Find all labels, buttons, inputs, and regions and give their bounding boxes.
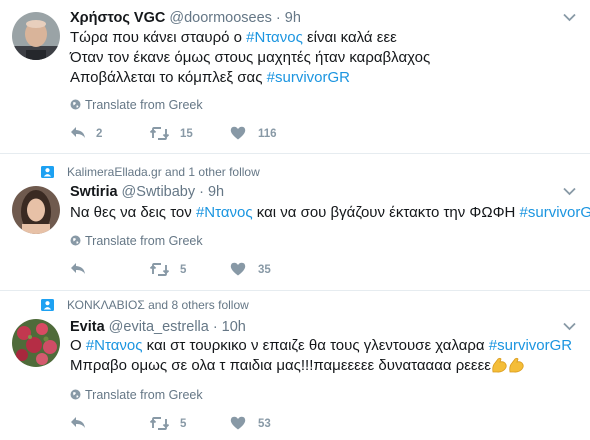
tweet-text-segment: Τώρα που κάνει σταυρό ο xyxy=(70,29,247,46)
display-name[interactable]: Evita xyxy=(70,319,105,335)
tweet-text-line: Μπραβο ομως σε ολα τ παιδια μας!!!παμεεε… xyxy=(70,356,575,376)
like-button[interactable]: 35 xyxy=(230,260,290,280)
retweet-count: 5 xyxy=(180,418,187,430)
chevron-down-icon[interactable] xyxy=(563,322,576,331)
hashtag-link[interactable]: #survivorGR xyxy=(267,69,350,86)
tweet-header: Χρήστος VGC @doormoosees · 9h xyxy=(70,8,301,28)
chevron-down-icon[interactable] xyxy=(563,13,576,22)
tweet-text-line: Τώρα που κάνει σταυρό ο #Ντανος είναι κα… xyxy=(70,28,575,48)
person-icon xyxy=(41,166,54,178)
tweet[interactable]: ΚΟΝΚΛΑΒΙΟΣ and 8 others follow Evita @evi… xyxy=(0,291,590,440)
like-count: 53 xyxy=(258,418,271,430)
hashtag-link[interactable]: #Ντανος xyxy=(246,29,303,46)
tweet-text-segment: είναι καλά εεε xyxy=(302,29,397,46)
like-button[interactable]: 53 xyxy=(230,414,290,434)
translate-label: Translate from Greek xyxy=(85,234,203,248)
tweet-text-line: Αποβάλλεται το κόμπλεξ σας #survivorGR xyxy=(70,68,575,88)
tweet-text-segment: και στ τουρκικο ν επαιζε θα τους γλεντου… xyxy=(142,337,489,354)
tweet-header: Swtiria @Swtibaby · 9h xyxy=(70,182,224,202)
reply-count: 2 xyxy=(96,128,103,140)
tweet-text: Ο #Ντανος και στ τουρκικο ν επαιζε θα το… xyxy=(70,336,575,376)
hashtag-link[interactable]: #Ντανος xyxy=(196,204,253,221)
hashtag-link[interactable]: #survivorGR xyxy=(520,204,590,221)
tweet-text-segment: Μπραβο ομως σε ολα τ παιδια μας!!!παμεεε… xyxy=(70,357,491,374)
chevron-down-icon[interactable] xyxy=(563,187,576,196)
reply-button[interactable]: 2 xyxy=(70,124,120,144)
avatar[interactable] xyxy=(12,12,60,60)
user-handle[interactable]: @evita_estrella xyxy=(109,319,209,335)
retweet-button[interactable]: 5 xyxy=(150,260,210,280)
retweet-icon xyxy=(150,127,169,140)
tweet-text-line: Να θες να δεις τον #Ντανος και να σου βγ… xyxy=(70,203,590,223)
reply-icon xyxy=(71,417,85,428)
separator-dot: · xyxy=(199,184,204,200)
separator-dot: · xyxy=(275,10,281,26)
tweet-text-line: Ο #Ντανος και στ τουρκικο ν επαιζε θα το… xyxy=(70,336,575,356)
reply-button[interactable] xyxy=(70,260,120,280)
avatar[interactable] xyxy=(12,186,60,234)
retweet-icon xyxy=(150,263,169,276)
retweet-button[interactable]: 5 xyxy=(150,414,210,434)
tweet-text-segment: Ο xyxy=(70,337,86,354)
tweet-text-segment: και να σου βγάζουν έκτακτο την ΦΩΦΗ xyxy=(252,204,520,221)
reply-icon xyxy=(71,263,85,274)
retweet-count: 15 xyxy=(180,128,193,140)
tweet-text-segment: Να θες να δεις τον xyxy=(70,204,196,221)
globe-icon xyxy=(70,389,81,400)
timestamp[interactable]: 10h xyxy=(222,319,246,335)
tweet-header: Evita @evita_estrella · 10h xyxy=(70,317,246,337)
social-context-text: KalimeraEllada.gr and 1 other follow xyxy=(67,165,260,179)
hashtag-link[interactable]: #survivorGR xyxy=(489,337,572,354)
retweet-count: 5 xyxy=(180,264,187,276)
reply-button[interactable] xyxy=(70,414,120,434)
like-button[interactable]: 116 xyxy=(230,124,290,144)
flexed-biceps-icon xyxy=(509,357,524,373)
tweet[interactable]: KalimeraEllada.gr and 1 other follow Swt… xyxy=(0,154,590,291)
display-name[interactable]: Χρήστος VGC xyxy=(70,10,165,26)
like-count: 116 xyxy=(258,128,277,140)
tweet-text: Τώρα που κάνει σταυρό ο #Ντανος είναι κα… xyxy=(70,28,575,88)
separator-dot: · xyxy=(212,319,218,335)
like-count: 35 xyxy=(258,264,271,276)
tweet[interactable]: Χρήστος VGC @doormoosees · 9h Τώρα που κάνε… xyxy=(0,0,590,154)
retweet-button[interactable]: 15 xyxy=(150,124,210,144)
globe-icon xyxy=(70,99,81,110)
timestamp[interactable]: 9h xyxy=(208,184,224,200)
heart-icon xyxy=(230,126,246,140)
user-handle[interactable]: @doormoosees xyxy=(169,10,272,26)
display-name[interactable]: Swtiria xyxy=(70,184,118,200)
reply-icon xyxy=(71,127,85,138)
tweet-text-segment: Αποβάλλεται το κόμπλεξ σας xyxy=(70,69,267,86)
tweet-text-segment: Όταν τον έκανε όμως στους μαχητές ήταν κ… xyxy=(70,49,431,66)
heart-icon xyxy=(230,416,246,430)
person-icon xyxy=(41,299,54,311)
globe-icon xyxy=(70,235,81,246)
flexed-biceps-icon xyxy=(492,357,507,373)
timestamp[interactable]: 9h xyxy=(285,10,301,26)
heart-icon xyxy=(230,262,246,276)
tweet-text: Να θες να δεις τον #Ντανος και να σου βγ… xyxy=(70,203,590,223)
translate-label: Translate from Greek xyxy=(85,388,203,402)
tweet-text-line: Όταν τον έκανε όμως στους μαχητές ήταν κ… xyxy=(70,48,575,68)
translate-label: Translate from Greek xyxy=(85,98,203,112)
avatar[interactable] xyxy=(12,319,60,367)
retweet-icon xyxy=(150,417,169,430)
user-handle[interactable]: @Swtibaby xyxy=(122,184,196,200)
hashtag-link[interactable]: #Ντανος xyxy=(86,337,143,354)
social-context-text: ΚΟΝΚΛΑΒΙΟΣ and 8 others follow xyxy=(67,298,249,312)
